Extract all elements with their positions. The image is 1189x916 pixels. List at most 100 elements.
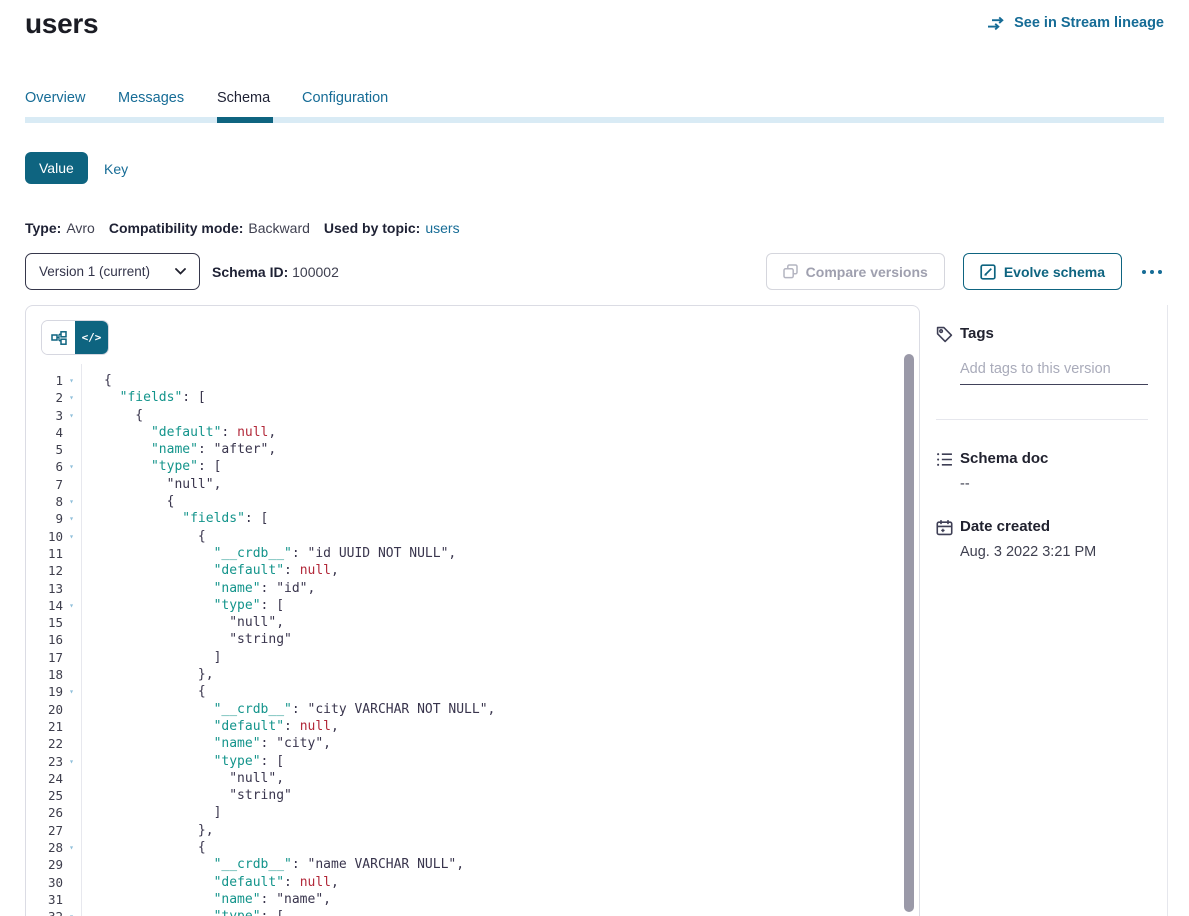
- code-line: 29 "__crdb__": "name VARCHAR NULL",: [26, 856, 905, 873]
- line-number: 13: [26, 580, 63, 597]
- tags-heading: Tags: [960, 325, 994, 342]
- code-line: 5 "name": "after",: [26, 441, 905, 458]
- schema-meta-row: Type: Avro Compatibility mode: Backward …: [25, 220, 460, 236]
- line-number: 27: [26, 822, 63, 839]
- line-number: 30: [26, 874, 63, 891]
- schema-controls-row: Version 1 (current) Schema ID: 100002 Co…: [25, 253, 1164, 290]
- fold-toggle-icon[interactable]: ▾: [63, 839, 80, 856]
- line-number: 4: [26, 424, 63, 441]
- code-text: {: [80, 683, 206, 700]
- type-value: Avro: [66, 220, 95, 236]
- code-line: 1▾{: [26, 372, 905, 389]
- line-number: 23: [26, 753, 63, 770]
- fold-toggle-icon[interactable]: ▾: [63, 908, 80, 916]
- code-line: 15 "null",: [26, 614, 905, 631]
- line-number: 15: [26, 614, 63, 631]
- code-text: ]: [80, 804, 221, 821]
- tree-view-button[interactable]: [42, 321, 75, 354]
- version-select[interactable]: Version 1 (current): [25, 253, 200, 290]
- fold-toggle-icon[interactable]: ▾: [63, 683, 80, 700]
- code-text: "type": [: [80, 597, 284, 614]
- tab-schema[interactable]: Schema: [217, 90, 270, 106]
- code-line: 31 "name": "name",: [26, 891, 905, 908]
- schema-id: Schema ID: 100002: [212, 264, 339, 280]
- fold-toggle-icon[interactable]: ▾: [63, 407, 80, 424]
- date-created-heading: Date created: [960, 518, 1050, 535]
- code-text: "fields": [: [80, 389, 206, 406]
- code-text: "type": [: [80, 753, 284, 770]
- code-text: "null",: [80, 476, 221, 493]
- evolve-schema-button[interactable]: Evolve schema: [963, 253, 1122, 290]
- code-view-button[interactable]: </>: [75, 321, 108, 354]
- code-text: "name": "after",: [80, 441, 276, 458]
- code-line: 26 ]: [26, 804, 905, 821]
- topic-link[interactable]: users: [425, 220, 459, 236]
- fold-toggle-icon[interactable]: ▾: [63, 493, 80, 510]
- compare-versions-button[interactable]: Compare versions: [766, 253, 945, 290]
- code-line: 32▾ "type": [: [26, 908, 905, 916]
- code-text: "type": [: [80, 908, 284, 916]
- compatibility-label: Compatibility mode:: [109, 220, 244, 236]
- line-number: 6: [26, 458, 63, 475]
- code-view-glyph: </>: [82, 331, 102, 344]
- version-select-value: Version 1 (current): [39, 264, 150, 279]
- value-toggle-button[interactable]: Value: [25, 152, 88, 184]
- code-text: "null",: [80, 614, 284, 631]
- line-number: 21: [26, 718, 63, 735]
- code-text: "type": [: [80, 458, 221, 475]
- code-line: 7 "null",: [26, 476, 905, 493]
- line-number: 22: [26, 735, 63, 752]
- line-number: 1: [26, 372, 63, 389]
- fold-toggle-icon[interactable]: ▾: [63, 753, 80, 770]
- code-text: {: [80, 528, 206, 545]
- tags-input[interactable]: Add tags to this version: [960, 361, 1148, 385]
- line-number: 32: [26, 908, 63, 916]
- code-text: "name": "city",: [80, 735, 331, 752]
- fold-toggle-icon[interactable]: ▾: [63, 597, 80, 614]
- code-line: 20 "__crdb__": "city VARCHAR NOT NULL",: [26, 701, 905, 718]
- see-in-stream-lineage-link[interactable]: See in Stream lineage: [987, 15, 1164, 31]
- fold-toggle-icon[interactable]: ▾: [63, 528, 80, 545]
- tab-configuration[interactable]: Configuration: [302, 90, 388, 106]
- line-number: 19: [26, 683, 63, 700]
- code-line: 12 "default": null,: [26, 562, 905, 579]
- code-line: 11 "__crdb__": "id UUID NOT NULL",: [26, 545, 905, 562]
- schema-doc-icon: [936, 451, 953, 468]
- code-text: "default": null,: [80, 424, 276, 441]
- code-text: "default": null,: [80, 562, 339, 579]
- editor-scrollbar[interactable]: [904, 354, 914, 912]
- line-number: 10: [26, 528, 63, 545]
- code-line: 25 "string": [26, 787, 905, 804]
- see-in-stream-lineage-label: See in Stream lineage: [1014, 15, 1164, 31]
- sidebar-divider: [936, 419, 1148, 420]
- code-text: {: [80, 407, 143, 424]
- type-label: Type:: [25, 220, 61, 236]
- date-created-value: Aug. 3 2022 3:21 PM: [960, 544, 1096, 560]
- code-line: 10▾ {: [26, 528, 905, 545]
- code-text: "null",: [80, 770, 284, 787]
- evolve-schema-label: Evolve schema: [1004, 264, 1105, 280]
- code-text: {: [80, 493, 174, 510]
- compare-versions-label: Compare versions: [806, 264, 928, 280]
- code-text: },: [80, 822, 214, 839]
- line-number: 7: [26, 476, 63, 493]
- key-toggle-button[interactable]: Key: [104, 161, 128, 177]
- code-line: 9▾ "fields": [: [26, 510, 905, 527]
- compatibility-value: Backward: [248, 220, 309, 236]
- fold-toggle-icon[interactable]: ▾: [63, 510, 80, 527]
- code-line: 13 "name": "id",: [26, 580, 905, 597]
- schema-page: users See in Stream lineage Overview Mes…: [0, 0, 1189, 916]
- fold-toggle-icon[interactable]: ▾: [63, 458, 80, 475]
- tab-overview[interactable]: Overview: [25, 90, 85, 106]
- schema-doc-value: --: [960, 476, 970, 492]
- line-number: 20: [26, 701, 63, 718]
- line-number: 11: [26, 545, 63, 562]
- fold-toggle-icon[interactable]: ▾: [63, 389, 80, 406]
- fold-toggle-icon[interactable]: ▾: [63, 372, 80, 389]
- more-options-button[interactable]: [1140, 266, 1164, 278]
- code-text: "fields": [: [80, 510, 268, 527]
- tab-messages[interactable]: Messages: [118, 90, 184, 106]
- code-text: {: [80, 839, 206, 856]
- code-line: 14▾ "type": [: [26, 597, 905, 614]
- line-number: 9: [26, 510, 63, 527]
